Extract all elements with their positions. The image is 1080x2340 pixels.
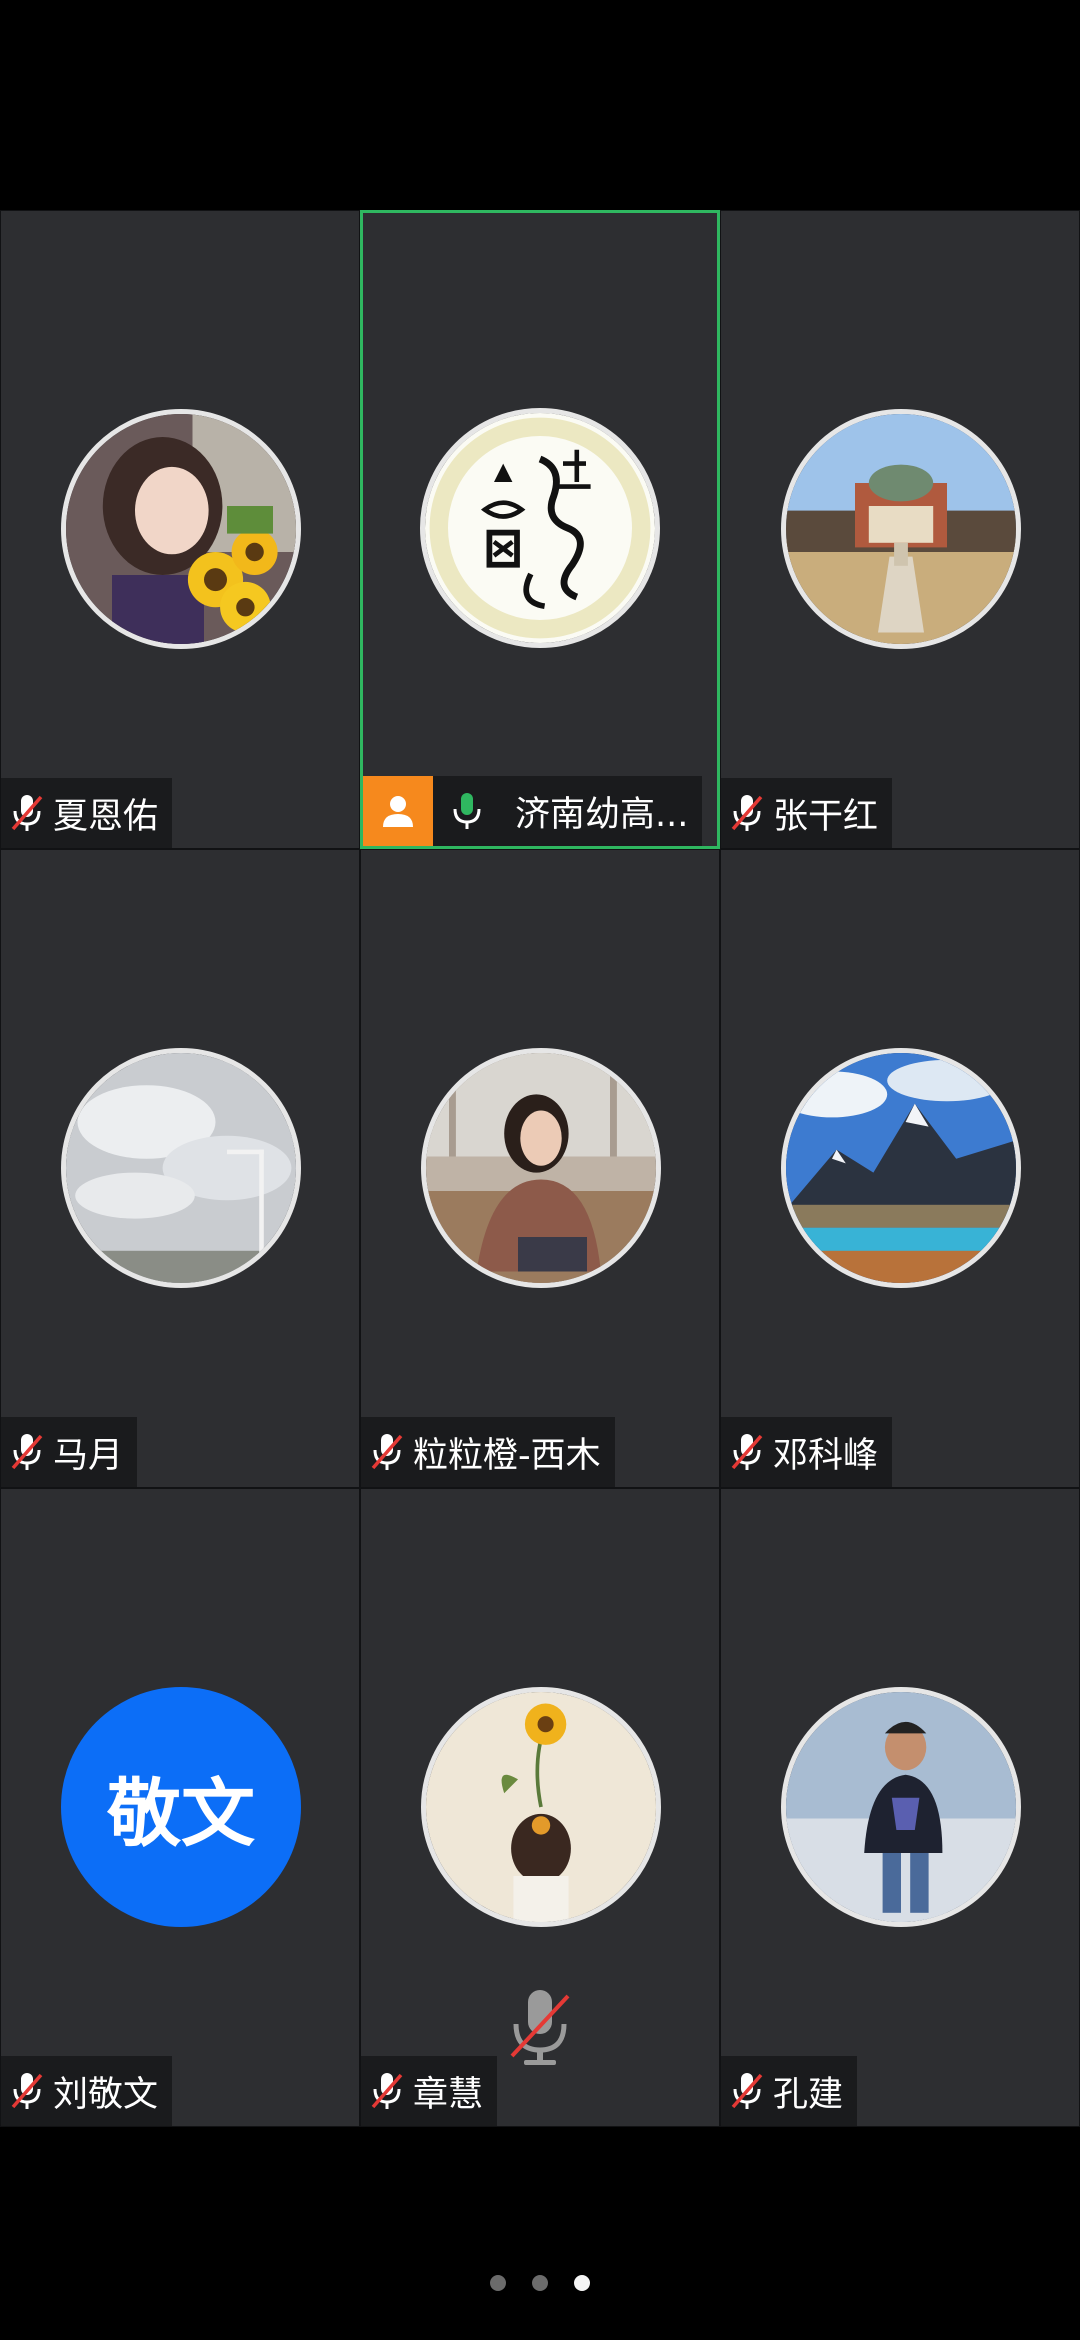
participant-name: 济南幼高...: [515, 794, 689, 835]
participant-avatar: [421, 1687, 661, 1927]
participant-avatar: [61, 409, 301, 649]
participant-name: 夏恩佑: [53, 796, 159, 837]
participant-name: 刘敬文: [53, 2074, 159, 2115]
name-bar: 马月: [1, 1417, 138, 1487]
participant-grid: 夏恩佑 济南幼高... 张干红 马月 粒粒橙-西木 邓科峰 敬文 刘敬文 章慧 …: [0, 210, 1080, 2127]
name-bar: 夏恩佑: [1, 778, 173, 848]
page-dot[interactable]: [490, 2275, 506, 2291]
participant-tile[interactable]: 孔建: [720, 1488, 1080, 2127]
participant-name: 粒粒橙-西木: [413, 1435, 601, 1476]
name-bar: 章慧: [361, 2056, 498, 2126]
name-bar: 刘敬文: [1, 2056, 173, 2126]
participant-tile[interactable]: 张干红: [720, 210, 1080, 849]
participant-avatar: [781, 1048, 1021, 1288]
name-bar: 张干红: [721, 778, 893, 848]
mic-muted-icon: [1, 778, 53, 848]
participant-tile-active[interactable]: 济南幼高...: [360, 210, 720, 849]
mic-muted-icon: [721, 778, 773, 848]
name-bar: 邓科峰: [721, 1417, 893, 1487]
participant-name: 邓科峰: [773, 1435, 879, 1476]
participant-tile[interactable]: 粒粒橙-西木: [360, 849, 720, 1488]
participant-tile[interactable]: 马月: [0, 849, 360, 1488]
participant-avatar: [781, 1687, 1021, 1927]
mic-muted-icon: [1, 1417, 53, 1487]
participant-name: 张干红: [773, 796, 879, 837]
mic-on-icon: [441, 776, 493, 846]
participant-name: 孔建: [773, 2074, 844, 2115]
mute-toggle-icon[interactable]: [508, 1988, 572, 2068]
participant-tile[interactable]: 夏恩佑: [0, 210, 360, 849]
page-indicator: [0, 2275, 1080, 2291]
mic-muted-icon: [721, 2056, 773, 2126]
participant-avatar: [61, 1048, 301, 1288]
page-dot[interactable]: [532, 2275, 548, 2291]
participant-avatar: [421, 1048, 661, 1288]
mic-muted-icon: [361, 2056, 413, 2126]
mic-muted-icon: [361, 1417, 413, 1487]
mic-muted-icon: [1, 2056, 53, 2126]
participant-name: 章慧: [413, 2074, 484, 2115]
name-bar: 粒粒橙-西木: [361, 1417, 615, 1487]
page-dot-active[interactable]: [574, 2275, 590, 2291]
meeting-gallery-screen: 夏恩佑 济南幼高... 张干红 马月 粒粒橙-西木 邓科峰 敬文 刘敬文 章慧 …: [0, 0, 1080, 2340]
participant-avatar: [420, 408, 660, 648]
host-person-icon: [363, 776, 433, 846]
participant-avatar: [781, 409, 1021, 649]
name-bar: 济南幼高...: [363, 776, 703, 846]
participant-name: 马月: [53, 1435, 124, 1476]
participant-initials-avatar: 敬文: [61, 1687, 301, 1927]
participant-tile[interactable]: 敬文 刘敬文: [0, 1488, 360, 2127]
participant-tile[interactable]: 邓科峰: [720, 849, 1080, 1488]
mic-muted-icon: [721, 1417, 773, 1487]
name-bar: 孔建: [721, 2056, 858, 2126]
